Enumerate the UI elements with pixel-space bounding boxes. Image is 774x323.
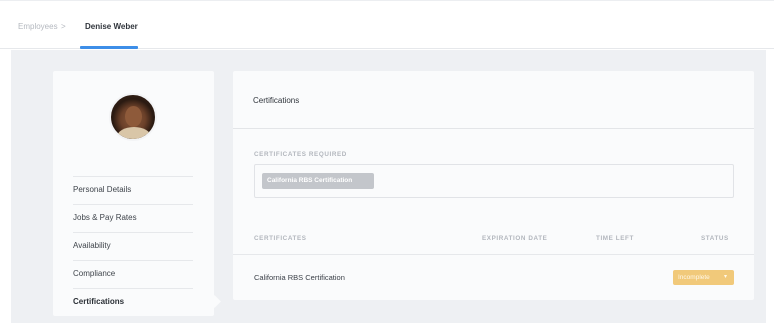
avatar-shoulders — [117, 127, 151, 139]
chevron-down-icon: ▾ — [723, 274, 727, 280]
breadcrumb-current-tab[interactable]: Denise Weber — [85, 22, 138, 31]
sidebar-item-jobs-pay-rates[interactable]: Jobs & Pay Rates — [73, 204, 193, 232]
status-dropdown-button[interactable]: Incomplete ▾ — [673, 270, 734, 285]
required-certificates-label: CERTIFICATES REQUIRED — [254, 151, 347, 158]
avatar-face — [125, 106, 142, 127]
breadcrumb-separator: > — [61, 22, 66, 31]
sidebar-item-availability[interactable]: Availability — [73, 232, 193, 260]
breadcrumb-employees-link[interactable]: Employees — [18, 22, 58, 31]
column-header-certificates: CERTIFICATES — [254, 235, 307, 242]
sidebar-item-compliance[interactable]: Compliance — [73, 260, 193, 288]
column-header-expiration-date: EXPIRATION DATE — [482, 235, 548, 242]
panel-title: Certifications — [253, 96, 300, 105]
required-certificate-tag[interactable]: California RBS Certification — [262, 173, 374, 189]
avatar — [109, 93, 157, 141]
active-tab-indicator — [80, 46, 138, 49]
column-header-time-left: TIME LEFT — [596, 235, 634, 242]
column-header-status: STATUS — [701, 235, 729, 242]
certificate-name: California RBS Certification — [254, 273, 345, 282]
sidebar-item-certifications[interactable]: Certifications — [73, 288, 193, 316]
top-bar: Employees > Denise Weber — [0, 0, 774, 49]
panel-divider — [233, 128, 754, 129]
sidebar-item-personal-details[interactable]: Personal Details — [73, 176, 193, 204]
status-label: Incomplete — [678, 274, 710, 281]
table-header-divider — [233, 254, 754, 255]
